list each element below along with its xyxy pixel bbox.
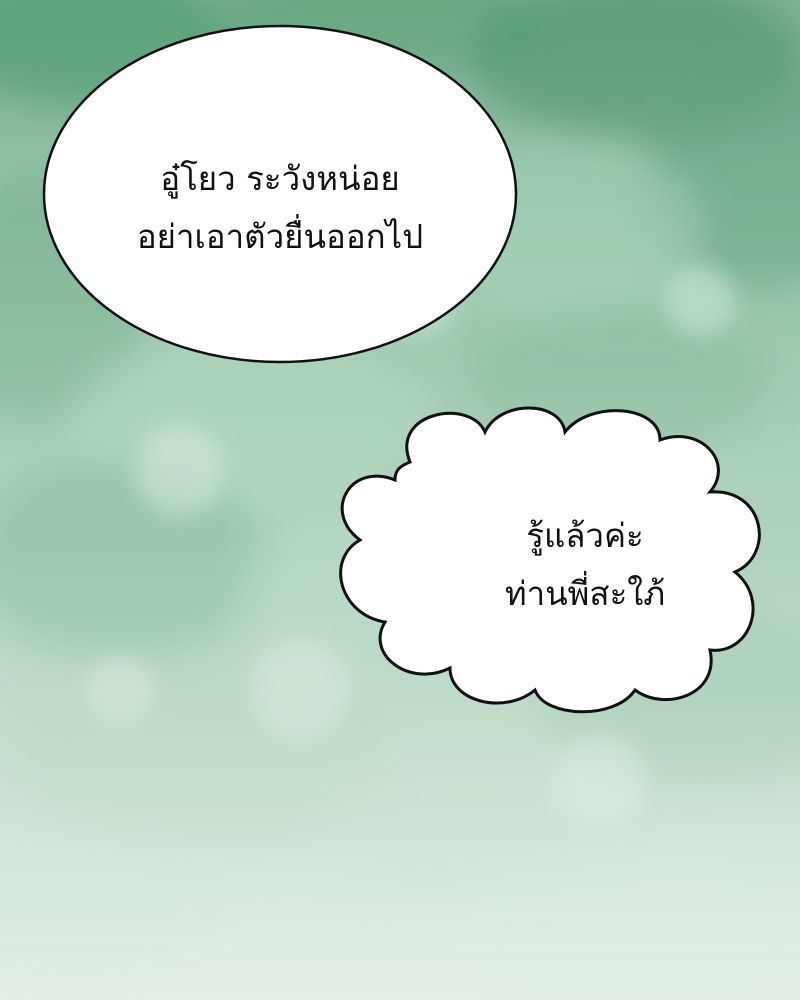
speech-line-2: อย่าเอาตัวยื่นออกไป [136,217,424,256]
thought-line-2: ท่านพี่สะใภ้ [504,574,666,613]
speech-line-1: อู๋โยว ระวังหน่อย [160,159,400,198]
thought-line-1: รู้แล้วค่ะ [526,516,644,555]
comic-panel: อู๋โยว ระวังหน่อย อย่าเอาตัวยื่นออกไป รู… [0,0,800,1000]
speech-bubble-text: อู๋โยว ระวังหน่อย อย่าเอาตัวยื่นออกไป [90,150,470,266]
thought-bubble-text: รู้แล้วค่ะ ท่านพี่สะใภ้ [445,507,725,623]
